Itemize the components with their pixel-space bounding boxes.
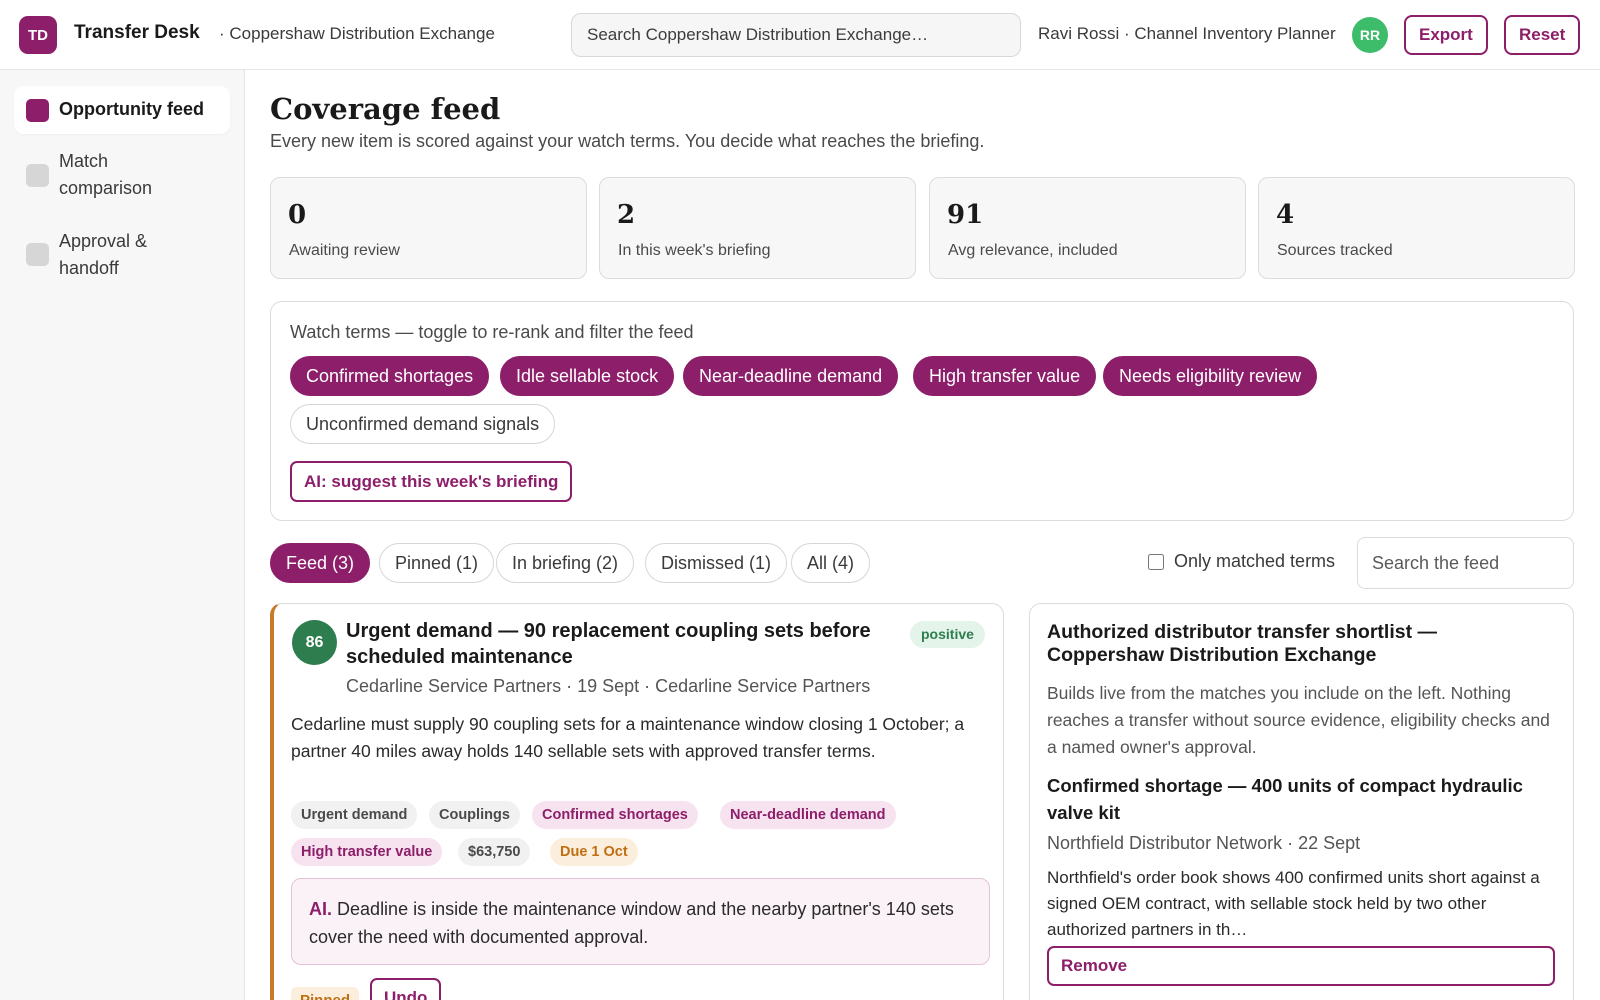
tab-dismissed[interactable]: Dismissed (1) [645, 543, 788, 583]
stat-label: Avg relevance, included [948, 242, 1118, 259]
feed-card-body: Cedarline must supply 90 coupling sets f… [291, 714, 965, 761]
page-title: Coverage feed [270, 92, 501, 126]
sidebar-item-label: Opportunity feed [59, 99, 204, 119]
value-tag: $63,750 [458, 838, 531, 866]
matched-term-tag: High transfer value [291, 838, 443, 866]
stat-value: 0 [288, 200, 307, 230]
stat-card-avg-relevance: 91 Avg relevance, included [929, 177, 1246, 279]
app-logo[interactable]: TD [19, 16, 57, 54]
sidebar-item-label: Match comparison [59, 151, 153, 198]
watch-term-near-deadline-demand[interactable]: Near-deadline demand [683, 356, 899, 396]
feed-card-title[interactable]: Urgent demand — 90 replacement coupling … [346, 618, 896, 670]
only-matched-toggle[interactable]: Only matched terms [1148, 551, 1335, 572]
stat-label: Awaiting review [289, 242, 400, 259]
undo-button[interactable]: Undo [370, 978, 442, 1000]
export-button[interactable]: Export [1404, 15, 1488, 55]
nav-square-icon [26, 243, 49, 266]
nav-square-icon [26, 99, 49, 122]
remove-button[interactable]: Remove [1047, 946, 1555, 986]
watch-term-confirmed-shortages[interactable]: Confirmed shortages [290, 356, 490, 396]
stat-value: 4 [1276, 200, 1295, 230]
only-matched-label: Only matched terms [1174, 551, 1336, 571]
shortlist-description: Builds live from the matches you include… [1047, 683, 1550, 757]
transfer-shortlist-panel: Authorized distributor transfer shortlis… [1029, 603, 1574, 1000]
tab-pinned[interactable]: Pinned (1) [379, 543, 495, 583]
top-bar: TD Transfer Desk · Coppershaw Distributi… [0, 0, 1600, 70]
page-subtitle: Every new item is scored against your wa… [270, 131, 985, 151]
stat-label: In this week's briefing [618, 242, 771, 259]
global-search-input[interactable] [571, 13, 1021, 57]
sidebar-item-label: Approval & handoff [59, 231, 148, 278]
watch-term-needs-eligibility-review[interactable]: Needs eligibility review [1103, 356, 1318, 396]
feed-card-meta: Cedarline Service Partners · 19 Sept · C… [346, 676, 871, 696]
shortlist-item-body: Northfield's order book shows 400 confir… [1047, 868, 1540, 939]
matched-term-tag: Confirmed shortages [532, 801, 698, 829]
watch-terms-label: Watch terms — toggle to re-rank and filt… [290, 322, 694, 342]
ai-label: AI. [309, 899, 333, 919]
only-matched-checkbox[interactable] [1148, 553, 1164, 570]
tab-all[interactable]: All (4) [791, 543, 871, 583]
sidebar-item-opportunity-feed[interactable]: Opportunity feed [14, 86, 230, 134]
reset-button[interactable]: Reset [1504, 15, 1581, 55]
org-name: · Coppershaw Distribution Exchange [219, 24, 495, 43]
relevance-score-badge: 86 [292, 620, 337, 665]
feed-card[interactable]: 86 Urgent demand — 90 replacement coupli… [270, 603, 1004, 1000]
watch-term-unconfirmed-demand-signals[interactable]: Unconfirmed demand signals [290, 404, 556, 444]
ai-rationale: AI. Deadline is inside the maintenance w… [291, 878, 990, 965]
watch-term-high-transfer-value[interactable]: High transfer value [913, 356, 1097, 396]
due-date-tag: Due 1 Oct [550, 838, 638, 866]
tag: Urgent demand [291, 801, 418, 829]
shortlist-item-meta: Northfield Distributor Network · 22 Sept [1047, 833, 1361, 853]
watch-terms-panel: Watch terms — toggle to re-rank and filt… [270, 301, 1574, 521]
stat-value: 91 [947, 200, 984, 230]
sentiment-badge: positive [910, 621, 985, 648]
shortlist-item-title: Confirmed shortage — 400 units of compac… [1047, 775, 1523, 823]
stat-value: 2 [617, 200, 636, 230]
tab-feed[interactable]: Feed (3) [270, 543, 371, 583]
ai-suggest-briefing-button[interactable]: AI: suggest this week's briefing [290, 461, 573, 502]
watch-term-idle-sellable-stock[interactable]: Idle sellable stock [500, 356, 675, 396]
ai-rationale-text: Deadline is inside the maintenance windo… [309, 899, 954, 947]
sidebar: Opportunity feed Match comparison Approv… [0, 70, 245, 1000]
stat-card-awaiting-review: 0 Awaiting review [270, 177, 587, 279]
shortlist-title: Authorized distributor transfer shortlis… [1047, 621, 1438, 666]
app-title: Transfer Desk [74, 22, 200, 43]
stat-card-in-briefing: 2 In this week's briefing [599, 177, 916, 279]
pinned-status-badge: Pinned [291, 987, 360, 1000]
stat-label: Sources tracked [1277, 242, 1393, 259]
nav-square-icon [26, 164, 49, 187]
avatar[interactable]: RR [1352, 17, 1388, 53]
tag: Couplings [429, 801, 520, 829]
sidebar-item-match-comparison[interactable]: Match comparison [14, 148, 164, 208]
stat-card-sources-tracked: 4 Sources tracked [1258, 177, 1575, 279]
sidebar-item-approval-handoff[interactable]: Approval & handoff [14, 228, 164, 288]
matched-term-tag: Near-deadline demand [720, 801, 896, 829]
tab-in-briefing[interactable]: In briefing (2) [496, 543, 635, 583]
user-label: Ravi Rossi · Channel Inventory Planner [1038, 24, 1336, 43]
feed-search-input[interactable] [1357, 537, 1574, 589]
